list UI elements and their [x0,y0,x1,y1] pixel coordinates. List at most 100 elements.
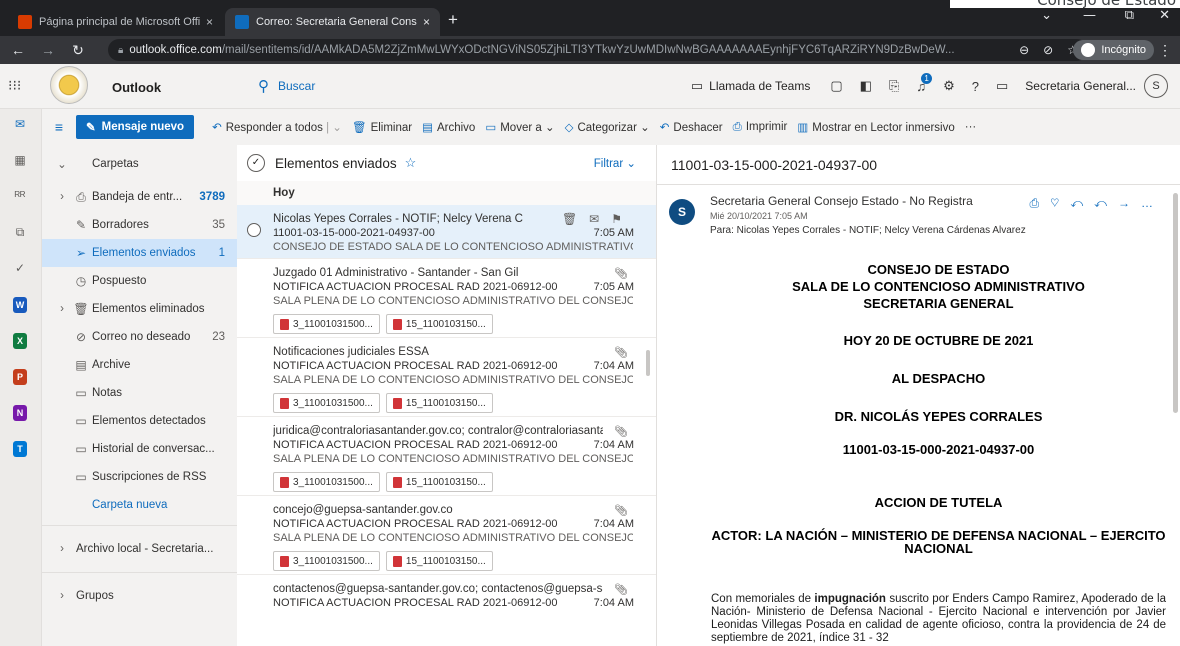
chat-icon[interactable]: ▢ [830,78,842,94]
browser-menu-icon[interactable]: ⋮ [1158,42,1172,59]
folder-notes[interactable]: ▭ Notas [42,379,237,407]
todo-check-icon[interactable]: ✓ [11,261,29,277]
attachment-chip[interactable]: 15_1100103150... [385,393,493,413]
immersive-reader-button[interactable]: ▥ Mostrar en Lector inmersivo [797,120,954,134]
list-item[interactable]: concejo@guepsa-santander.gov.co 📎︎ NOTIF… [237,496,656,575]
select-all-checkbox[interactable]: ✓ [247,154,265,172]
folder-junk[interactable]: ⊘ Correo no deseado 23 [42,323,237,351]
tab-search-icon[interactable]: ⌄ [1041,8,1052,23]
trash-icon: 🗑︎ [73,302,89,316]
feedback-icon[interactable]: ▭ [996,78,1008,94]
folder-drafts[interactable]: ✎ Borradores 35 [42,211,237,239]
flag-icon[interactable]: ⚑ [611,212,634,226]
print-icon[interactable]: ⎙ [1029,196,1050,210]
excel-icon[interactable]: X [13,333,27,349]
archive-button[interactable]: ▤ Archivo [422,120,475,134]
close-window-icon[interactable]: ✕ [1159,8,1170,23]
onenote-feed-icon[interactable]: ◧ [860,78,872,94]
url-field[interactable]: 🔒︎ outlook.office.com /mail/sentitems/id… [108,39,1088,61]
folder-snoozed[interactable]: ◷ Pospuesto [42,267,237,295]
favorite-star-icon[interactable]: ☆ [405,155,417,171]
attachment-chip[interactable]: 3_11001031500... [273,551,380,571]
people-icon[interactable]: ᴿᴿ [11,189,29,205]
browser-tab-office[interactable]: Página principal de Microsoft Offi × [8,8,223,36]
folders-header[interactable]: ⌄ Carpetas [42,145,237,183]
app-name[interactable]: Outlook [112,80,161,95]
folder-inbox[interactable]: › ⎙ Bandeja de entr... 3789 [42,183,237,211]
reading-scrollbar[interactable] [1173,193,1178,413]
help-icon[interactable]: ? [972,79,979,94]
reload-icon[interactable]: ↻ [66,42,90,59]
attachment-icon[interactable]: ⧉ [11,225,29,241]
notifications-bell-icon[interactable]: ♫ 1 [916,72,933,94]
attachment-chip[interactable]: 15_1100103150... [385,314,493,334]
attachment-chip[interactable]: 15_1100103150... [385,551,493,571]
delete-icon[interactable]: 🗑︎ [562,212,589,226]
attachment-chip[interactable]: 3_11001031500... [273,472,380,492]
forward-icon[interactable]: → [1118,196,1141,210]
reply-all-icon[interactable]: ↶ [1094,196,1118,210]
groups-section[interactable]: › Grupos [42,579,237,613]
user-name[interactable]: Secretaria General... [1025,79,1136,93]
browser-tab-outlook[interactable]: Correo: Secretaria General Conse × [225,8,440,36]
tracking-icon[interactable]: ⊘ [1043,43,1053,57]
app-launcher-icon[interactable]: ⁝⁝⁝ [8,77,21,94]
list-item[interactable]: Juzgado 01 Administrativo - Santander - … [237,259,656,338]
folder-archive[interactable]: ▤ Archive [42,351,237,379]
incognito-badge[interactable]: Incógnito [1073,40,1154,60]
folder-rss[interactable]: ▭ Suscripciones de RSS [42,463,237,491]
settings-gear-icon[interactable]: ⚙ [943,78,955,94]
more-actions-button[interactable]: ··· [965,121,977,133]
more-icon[interactable]: … [1141,196,1164,210]
attachment-chip[interactable]: 3_11001031500... [273,393,380,413]
calendar-icon[interactable]: ▦ [11,153,29,169]
search-box[interactable]: ⚲ Buscar [258,77,315,95]
list-item[interactable]: Nicolas Yepes Corrales - NOTIF; Nelcy Ve… [237,205,656,259]
maximize-icon[interactable]: ⧉ [1125,8,1134,23]
folder-conversation-history[interactable]: ▭ Historial de conversac... [42,435,237,463]
word-icon[interactable]: W [13,297,27,313]
new-folder-link[interactable]: Carpeta nueva [42,491,237,519]
select-radio[interactable] [247,223,261,237]
filter-button[interactable]: Filtrar ⌄ [594,156,636,170]
mail-icon[interactable]: ✉ [11,117,29,133]
zoom-icon[interactable]: ⊖ [1019,43,1029,57]
archive-icon: ▤ [422,122,433,134]
mark-read-icon[interactable]: ✉ [589,212,611,226]
move-to-button[interactable]: ▭ Mover a ⌄ [485,120,554,134]
list-item[interactable]: juridica@contraloriasantander.gov.co; co… [237,417,656,496]
undo-button[interactable]: ↶ Deshacer [660,120,723,134]
my-day-icon[interactable]: ⎘ [889,78,899,94]
folder-sent-items[interactable]: ➢ Elementos enviados 1 [42,239,237,267]
folder-deleted[interactable]: › 🗑︎ Elementos eliminados [42,295,237,323]
tab-close-icon[interactable]: × [206,15,213,29]
new-tab-button[interactable]: + [448,10,458,30]
like-icon[interactable]: ♡ [1050,196,1070,210]
sender-name[interactable]: Secretaria General Consejo Estado - No R… [710,194,980,208]
categorize-button[interactable]: ◇ Categorizar ⌄ [565,120,650,134]
back-icon[interactable]: ← [6,42,30,58]
tab-close-icon[interactable]: × [423,15,430,29]
list-item[interactable]: contactenos@guepsa-santander.gov.co; con… [237,575,656,615]
delete-button[interactable]: 🗑︎ Eliminar [352,120,412,134]
folder-detected[interactable]: ▭ Elementos detectados [42,407,237,435]
forward-icon[interactable]: → [36,42,60,58]
attachment-chip[interactable]: 15_1100103150... [385,472,493,492]
reply-icon[interactable]: ↶ [1070,196,1094,210]
teams-call-button[interactable]: Llamada de Teams [709,79,810,93]
search-input[interactable]: Buscar [278,79,315,93]
powerpoint-icon[interactable]: P [13,369,27,385]
teams-icon[interactable]: T [13,441,27,457]
list-scrollbar[interactable] [646,350,650,376]
onenote-icon[interactable]: N [13,405,27,421]
list-item[interactable]: Notificaciones judiciales ESSA 📎︎ NOTIFI… [237,338,656,417]
new-message-button[interactable]: ✎ Mensaje nuevo [76,115,195,139]
avatar[interactable]: S [669,199,695,225]
avatar[interactable]: S [1144,74,1168,98]
reply-all-button[interactable]: ↶ Responder a todos | ⌄ [212,120,342,134]
print-button[interactable]: ⎙ Imprimir [733,121,788,134]
minimize-icon[interactable]: — [1083,8,1096,23]
attachment-chip[interactable]: 3_11001031500... [273,314,380,334]
local-archive-group[interactable]: › Archivo local - Secretaria... [42,532,237,566]
hamburger-menu-icon[interactable]: ≡ [42,119,76,135]
